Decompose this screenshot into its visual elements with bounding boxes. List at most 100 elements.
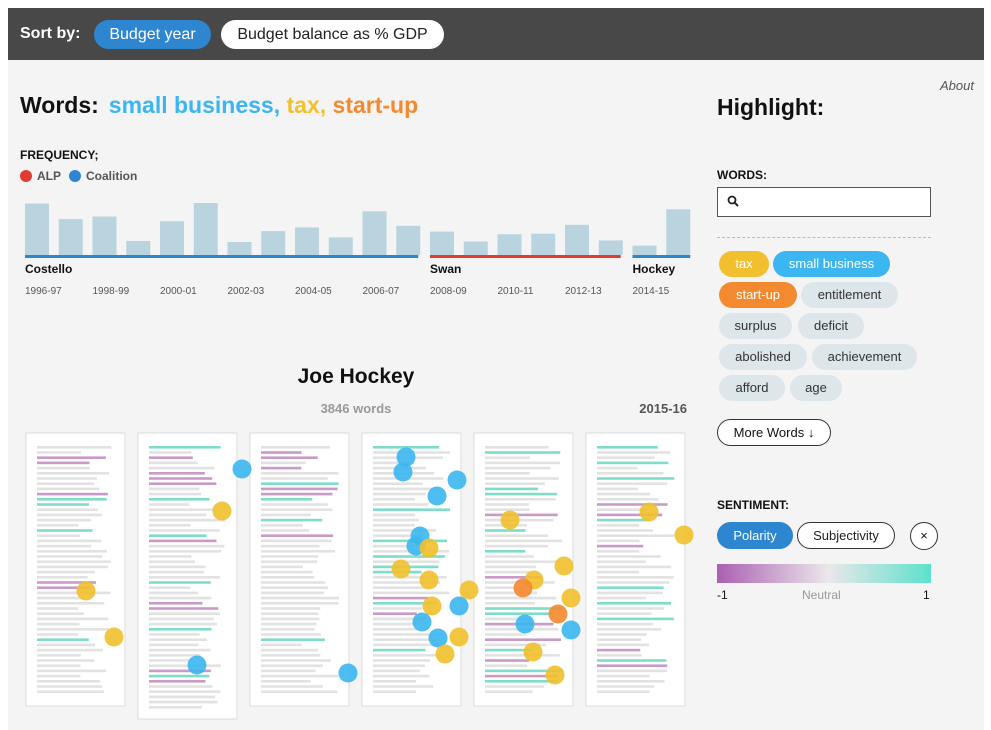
sort-budget-year-button[interactable]: Budget year [94, 20, 211, 49]
frequency-bar[interactable] [531, 233, 556, 255]
sentence-line [261, 576, 315, 579]
word-occurrence-dot[interactable] [427, 486, 447, 506]
tag-age[interactable]: age [790, 375, 842, 401]
page-background: Sort by: Budget year Budget balance as %… [8, 8, 984, 730]
word-occurrence-dot[interactable] [412, 612, 432, 632]
sentence-line [37, 461, 90, 465]
sort-budget-balance-button[interactable]: Budget balance as % GDP [221, 20, 444, 49]
word-occurrence-dot[interactable] [419, 538, 439, 558]
word-occurrence-dot[interactable] [232, 459, 252, 479]
tag-entitlement[interactable]: entitlement [801, 282, 898, 308]
word-occurrence-dot[interactable] [104, 627, 124, 647]
tag-abolished[interactable]: abolished [719, 344, 807, 370]
sentence-line [149, 544, 225, 548]
sentence-line [149, 690, 221, 693]
word-occurrence-dot[interactable] [391, 559, 411, 579]
word-occurrence-dot[interactable] [639, 502, 659, 522]
sentence-line [37, 503, 89, 506]
frequency-bar[interactable] [25, 203, 49, 255]
word-occurrence-dot[interactable] [554, 556, 574, 576]
word-occurrence-dot[interactable] [212, 501, 232, 521]
word-occurrence-dot[interactable] [447, 470, 467, 490]
frequency-bar[interactable] [463, 241, 488, 255]
word-occurrence-dot[interactable] [561, 588, 581, 608]
subjectivity-button[interactable]: Subjectivity [797, 522, 895, 549]
sentence-line [597, 492, 651, 496]
sentence-line [37, 638, 89, 641]
frequency-bar[interactable] [362, 211, 387, 255]
word-search-input[interactable] [717, 187, 931, 217]
more-words-button[interactable]: More Words ↓ [717, 419, 831, 446]
word-occurrence-dot[interactable] [500, 510, 520, 530]
sentence-line [373, 492, 426, 496]
frequency-bar[interactable] [126, 240, 151, 255]
tag-start-up[interactable]: start-up [719, 282, 797, 308]
sentence-line [37, 565, 109, 569]
word-occurrence-dot[interactable] [419, 570, 439, 590]
speech-year: 2015-16 [639, 401, 687, 416]
sentence-line [149, 674, 210, 678]
tag-surplus[interactable]: surplus [719, 313, 792, 339]
sentence-line [597, 565, 672, 569]
sentence-line [261, 477, 328, 480]
frequency-bar[interactable] [227, 242, 252, 255]
frequency-bar[interactable] [328, 237, 353, 255]
word-occurrence-dot[interactable] [515, 614, 535, 634]
word-occurrence-dot[interactable] [422, 596, 442, 616]
tag-deficit[interactable]: deficit [798, 313, 864, 339]
year-tick-label: 2000-01 [160, 286, 197, 297]
polarity-button[interactable]: Polarity [717, 522, 793, 549]
sentence-line [37, 539, 102, 543]
word-occurrence-dot[interactable] [435, 644, 455, 664]
tag-achievement[interactable]: achievement [812, 344, 917, 370]
tag-tax[interactable]: tax [719, 251, 769, 277]
word-occurrence-dot[interactable] [459, 580, 479, 600]
frequency-bar[interactable] [598, 240, 623, 255]
word-occurrence-dot[interactable] [561, 620, 581, 640]
frequency-bar[interactable] [396, 225, 421, 255]
sentence-line [149, 492, 202, 496]
sentence-line [149, 638, 207, 641]
sentence-line [597, 498, 659, 501]
close-sentiment-button[interactable]: × [910, 522, 938, 550]
sentence-line [485, 685, 544, 688]
word-occurrence-dot[interactable] [449, 627, 469, 647]
word-occurrence-dot[interactable] [523, 642, 543, 662]
sentence-line [261, 451, 302, 454]
frequency-bar[interactable] [261, 231, 286, 255]
word-occurrence-dot[interactable] [545, 665, 565, 685]
frequency-bar[interactable] [666, 209, 691, 255]
word-occurrence-dot[interactable] [393, 462, 413, 482]
sentence-line [261, 674, 339, 678]
tag-afford[interactable]: afford [719, 375, 785, 401]
word-occurrence-dot[interactable] [187, 655, 207, 675]
legend-coalition: Coalition [86, 169, 138, 183]
word-occurrence-dot[interactable] [548, 604, 568, 624]
word-occurrence-dot[interactable] [76, 581, 96, 601]
frequency-bar[interactable] [92, 216, 117, 255]
frequency-bar[interactable] [160, 221, 184, 255]
sentence-line [149, 576, 220, 579]
sentence-line [149, 456, 193, 459]
sentence-line [261, 570, 313, 574]
sentence-line [149, 602, 203, 605]
sentence-line [485, 602, 535, 605]
frequency-bar[interactable] [430, 231, 454, 255]
sentence-line [149, 607, 219, 610]
frequency-bar[interactable] [193, 203, 218, 255]
frequency-bar[interactable] [497, 234, 522, 255]
about-link[interactable]: About [940, 78, 974, 93]
frequency-bar[interactable] [58, 219, 83, 255]
word-occurrence-dot[interactable] [338, 663, 358, 683]
word-occurrence-dot[interactable] [674, 525, 694, 545]
word-occurrence-dot[interactable] [449, 596, 469, 616]
sentence-line [261, 492, 333, 496]
speaker-name: Joe Hockey [297, 365, 415, 388]
frequency-bar[interactable] [632, 245, 657, 255]
tag-small-business[interactable]: small business [773, 251, 890, 277]
word-occurrence-dot[interactable] [513, 578, 533, 598]
sentence-line [373, 487, 438, 491]
sentence-line [261, 565, 303, 569]
frequency-bar[interactable] [295, 227, 319, 255]
frequency-bar[interactable] [565, 224, 589, 255]
